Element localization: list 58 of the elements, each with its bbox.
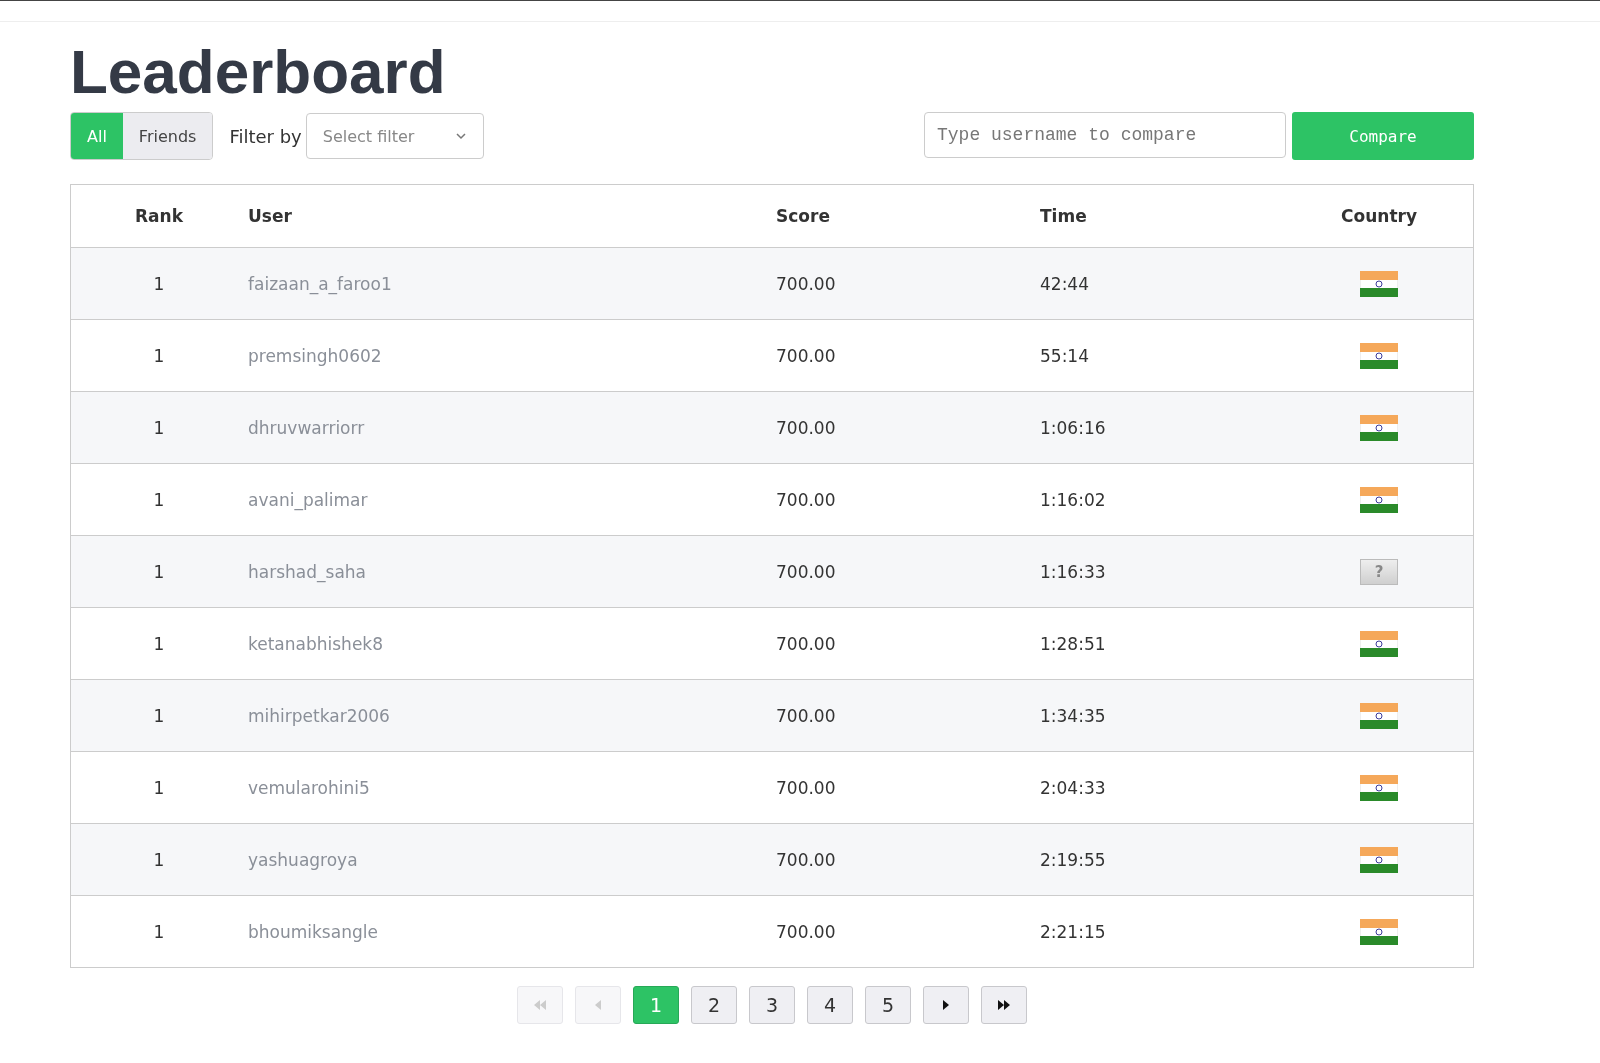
score-cell: 700.00	[776, 273, 836, 294]
username-link[interactable]: mihirpetkar2006	[248, 705, 390, 726]
time-cell: 42:44	[1040, 273, 1089, 294]
time-cell: 1:16:33	[1040, 561, 1106, 582]
unknown-flag-icon: ?	[1360, 558, 1398, 585]
page-button[interactable]: 2	[691, 986, 737, 1025]
filter-dropdown[interactable]: Select filter	[305, 113, 484, 160]
page-button[interactable]: 4	[807, 986, 853, 1025]
page-button[interactable]: 3	[749, 986, 795, 1025]
filter-label: Filter by	[229, 125, 302, 147]
time-cell: 1:34:35	[1040, 705, 1106, 726]
time-cell: 55:14	[1040, 345, 1089, 366]
page-button[interactable]: 1	[633, 986, 679, 1025]
username-link[interactable]: bhoumiksangle	[248, 921, 378, 942]
score-cell: 700.00	[776, 921, 836, 942]
time-cell: 1:06:16	[1040, 417, 1106, 438]
rank-cell: 1	[153, 921, 165, 942]
username-link[interactable]: faizaan_a_faroo1	[248, 273, 392, 294]
rank-cell: 1	[153, 633, 165, 654]
page-title: Leaderboard	[70, 38, 447, 107]
column-header: Time	[1039, 184, 1285, 248]
time-cell: 2:21:15	[1040, 921, 1106, 942]
username-link[interactable]: dhruvwarriorr	[248, 417, 365, 438]
username-input[interactable]: Type username to compare	[924, 112, 1286, 159]
username-link[interactable]: premsingh0602	[248, 345, 382, 366]
time-cell: 2:04:33	[1040, 777, 1106, 798]
compare-button[interactable]: Compare	[1292, 112, 1474, 161]
rank-cell: 1	[153, 489, 165, 510]
rank-cell: 1	[153, 417, 165, 438]
scope-tab[interactable]: All	[71, 113, 123, 160]
rank-cell: 1	[153, 273, 165, 294]
score-cell: 700.00	[776, 561, 836, 582]
score-cell: 700.00	[776, 633, 836, 654]
rank-cell: 1	[153, 777, 165, 798]
score-cell: 700.00	[776, 849, 836, 870]
scope-tab[interactable]: Friends	[122, 113, 213, 160]
score-cell: 700.00	[776, 489, 836, 510]
time-cell: 2:19:55	[1040, 849, 1106, 870]
column-header: Rank	[70, 184, 247, 248]
rank-cell: 1	[153, 849, 165, 870]
username-link[interactable]: vemularohini5	[248, 777, 370, 798]
score-cell: 700.00	[776, 777, 836, 798]
column-header: User	[247, 184, 775, 248]
username-link[interactable]: ketanabhishek8	[248, 633, 383, 654]
score-cell: 700.00	[776, 705, 836, 726]
rank-cell: 1	[153, 561, 165, 582]
column-header: Country	[1285, 184, 1474, 248]
username-link[interactable]: avani_palimar	[248, 489, 368, 510]
column-header: Score	[775, 184, 1039, 248]
username-link[interactable]: harshad_saha	[248, 561, 366, 582]
username-link[interactable]: yashuagroya	[248, 849, 358, 870]
rank-cell: 1	[153, 345, 165, 366]
page-button[interactable]: 5	[865, 986, 911, 1025]
score-cell: 700.00	[776, 345, 836, 366]
score-cell: 700.00	[776, 417, 836, 438]
time-cell: 1:16:02	[1040, 489, 1106, 510]
rank-cell: 1	[153, 705, 165, 726]
time-cell: 1:28:51	[1040, 633, 1106, 654]
